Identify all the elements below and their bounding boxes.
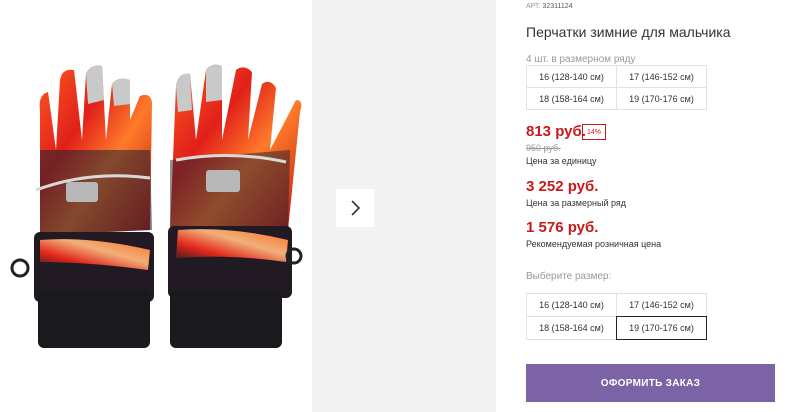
pack-size-cell: 16 (128-140 см)	[526, 65, 617, 88]
size-option[interactable]: 16 (128-140 см)	[526, 293, 617, 317]
discount-badge: 14%	[582, 124, 607, 140]
old-price: 950 руб.	[526, 143, 561, 153]
product-photo[interactable]	[0, 0, 312, 412]
size-option[interactable]: 18 (158-164 см)	[526, 316, 617, 340]
gloves-image	[10, 64, 303, 348]
order-button[interactable]: ОФОРМИТЬ ЗАКАЗ	[526, 364, 775, 402]
size-option-selected[interactable]: 19 (170-176 см)	[616, 316, 707, 340]
size-picker: 16 (128-140 см) 17 (146-152 см) 18 (158-…	[526, 293, 707, 340]
left-glove	[10, 65, 154, 348]
product-gallery	[0, 0, 496, 412]
sku-label: АРТ.	[526, 3, 541, 10]
set-price-caption: Цена за размерный ряд	[526, 198, 627, 208]
size-picker-label: Выберите размер:	[526, 271, 612, 282]
unit-price: 813 руб.	[526, 123, 586, 140]
chevron-right-icon	[351, 200, 361, 216]
product-title: Перчатки зимние для мальчика	[526, 24, 731, 40]
product-sku: АРТ. 32311124	[526, 3, 573, 10]
unit-price-caption: Цена за единицу	[526, 156, 597, 166]
retail-price: 1 576 руб.	[526, 219, 599, 236]
product-info-panel: АРТ. 32311124 Перчатки зимние для мальчи…	[526, 0, 790, 412]
pack-note: 4 шт. в размерном ряду	[526, 54, 636, 65]
left-glove-logo-patch	[66, 182, 98, 202]
set-price: 3 252 руб.	[526, 178, 599, 195]
pack-size-cell: 19 (170-176 см)	[616, 87, 707, 110]
pack-size-cell: 18 (158-164 см)	[526, 87, 617, 110]
right-glove-logo-patch	[206, 170, 240, 192]
pack-size-grid: 16 (128-140 см) 17 (146-152 см) 18 (158-…	[526, 65, 707, 110]
pack-size-cell: 17 (146-152 см)	[616, 65, 707, 88]
right-glove	[168, 64, 303, 348]
retail-price-caption: Рекомендуемая розничная цена	[526, 239, 662, 249]
size-option[interactable]: 17 (146-152 см)	[616, 293, 707, 317]
sku-code: 32311124	[542, 3, 573, 10]
gallery-next-button[interactable]	[336, 189, 374, 227]
